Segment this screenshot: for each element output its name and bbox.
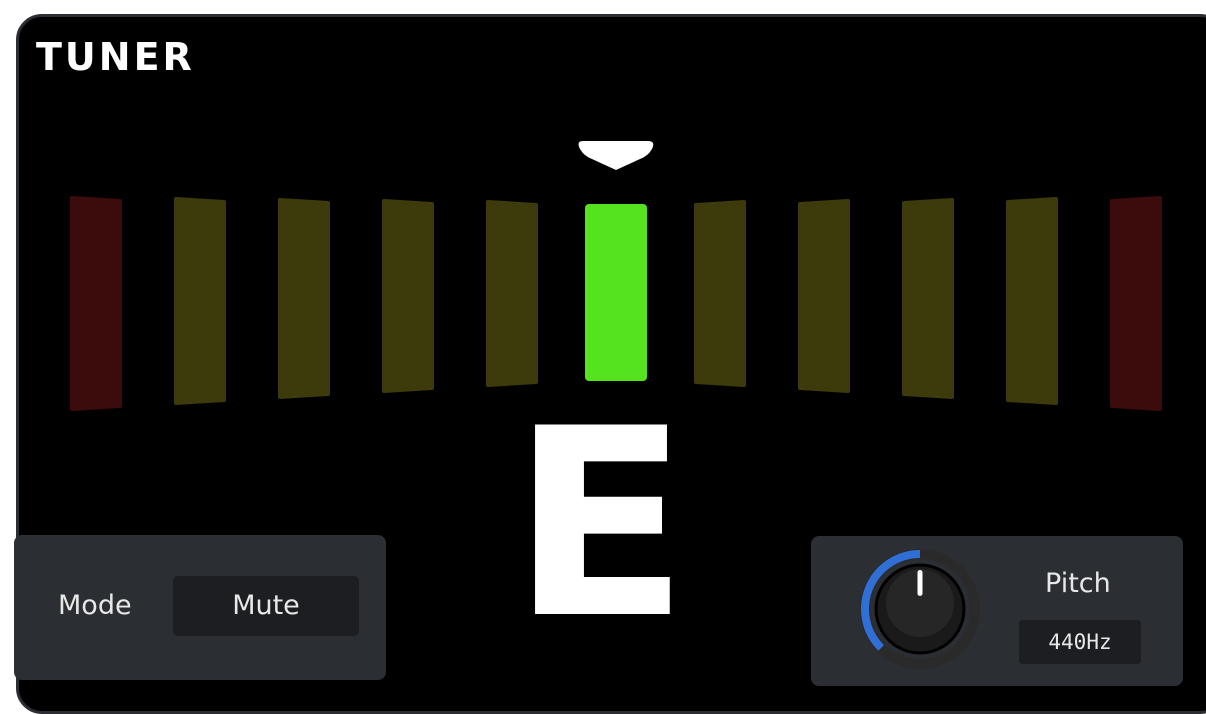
meter-segment-sharp-5 [1110, 196, 1162, 411]
mode-control: Mode Mute [14, 535, 386, 680]
meter-segment-sharp-1 [694, 200, 746, 387]
meter-segment-sharp-4 [1006, 197, 1058, 405]
detected-note: E [511, 374, 689, 676]
pitch-control: Pitch 440Hz [811, 536, 1183, 686]
meter-segment-flat-1 [486, 200, 538, 387]
meter-segment-flat-2 [382, 199, 434, 393]
pitch-value-field[interactable]: 440Hz [1019, 620, 1141, 664]
pitch-indicator-icon [578, 141, 654, 170]
meter-segment-sharp-2 [798, 199, 850, 393]
meter-segment-flat-3 [278, 198, 330, 399]
knob-pointer-icon [917, 570, 923, 596]
meter-segment-flat-4 [174, 197, 226, 405]
mode-select[interactable]: Mute [173, 576, 359, 636]
pitch-knob[interactable] [859, 548, 981, 670]
mode-label: Mode [58, 590, 132, 621]
meter-segment-sharp-3 [902, 198, 954, 399]
pitch-label: Pitch [1045, 568, 1111, 599]
meter-segment-flat-5 [70, 196, 122, 411]
meter-segment-center [585, 204, 647, 381]
